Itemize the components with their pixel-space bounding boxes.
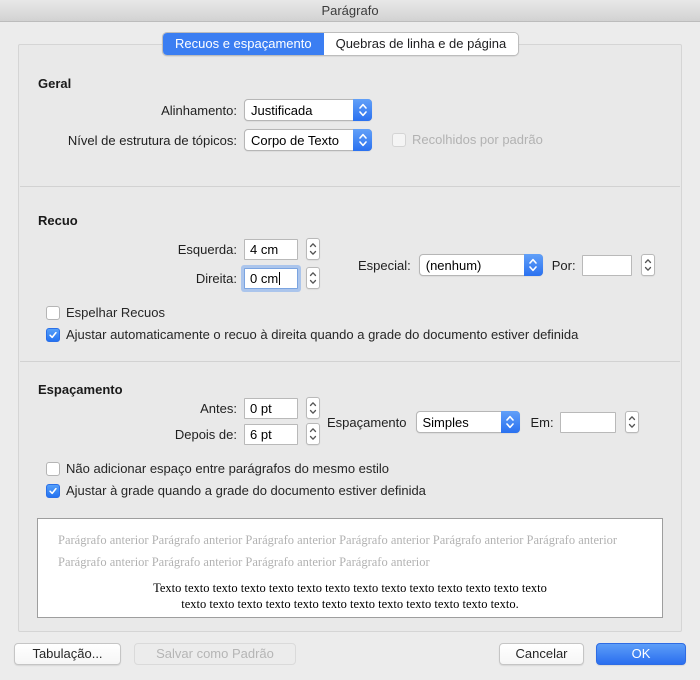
spacing-after-label: Depois de: bbox=[38, 427, 237, 442]
line-spacing-popup[interactable]: Simples bbox=[416, 411, 520, 433]
section-heading-general: Geral bbox=[38, 76, 71, 91]
paragraph-preview: Parágrafo anterior Parágrafo anterior Pa… bbox=[37, 518, 663, 618]
auto-adjust-right-indent-checkbox[interactable]: Ajustar automaticamente o recuo à direit… bbox=[46, 327, 578, 343]
section-divider bbox=[20, 186, 680, 187]
tabs-button[interactable]: Tabulação... bbox=[14, 643, 121, 665]
snap-to-grid-checkbox[interactable]: Ajustar à grade quando a grade do docume… bbox=[46, 483, 426, 499]
collapsed-by-default-checkbox: Recolhidos por padrão bbox=[392, 132, 543, 148]
chevron-up-down-icon bbox=[353, 99, 372, 121]
spacing-after-field[interactable]: 6 pt bbox=[244, 424, 298, 445]
titlebar: Parágrafo bbox=[0, 0, 700, 22]
indent-right-field[interactable]: 0 cm bbox=[244, 268, 298, 289]
spacing-before-label: Antes: bbox=[38, 401, 237, 416]
spacing-at-label: Em: bbox=[531, 415, 554, 430]
spacing-at-field[interactable] bbox=[560, 412, 616, 433]
snap-to-grid-label: Ajustar à grade quando a grade do docume… bbox=[66, 483, 426, 499]
indent-right-label: Direita: bbox=[38, 271, 237, 286]
indent-left-value: 4 cm bbox=[250, 242, 278, 257]
ok-button[interactable]: OK bbox=[596, 643, 686, 665]
indent-right-value: 0 cm bbox=[250, 271, 278, 286]
save-as-default-button: Salvar como Padrão bbox=[134, 643, 296, 665]
preview-sample-text: Texto texto texto texto texto texto text… bbox=[149, 580, 551, 612]
spacing-before-row: Antes: 0 pt bbox=[38, 397, 320, 419]
checkbox-box-icon bbox=[392, 133, 406, 147]
indent-by-stepper-icon[interactable] bbox=[641, 254, 655, 276]
outline-level-row: Nível de estrutura de tópicos: Corpo de … bbox=[38, 129, 372, 151]
indent-left-stepper-icon[interactable] bbox=[306, 238, 320, 260]
chevron-up-down-icon bbox=[524, 254, 543, 276]
checkbox-box-icon bbox=[46, 462, 60, 476]
no-space-same-style-checkbox[interactable]: Não adicionar espaço entre parágrafos do… bbox=[46, 461, 389, 477]
indent-by-label: Por: bbox=[552, 258, 576, 273]
indent-left-label: Esquerda: bbox=[38, 242, 237, 257]
indent-left-row: Esquerda: 4 cm bbox=[38, 238, 320, 260]
chevron-up-down-icon bbox=[501, 411, 520, 433]
alignment-label: Alinhamento: bbox=[38, 103, 237, 118]
tab-indents-spacing[interactable]: Recuos e espaçamento bbox=[163, 33, 324, 55]
spacing-before-stepper-icon[interactable] bbox=[306, 397, 320, 419]
checkbox-box-icon bbox=[46, 306, 60, 320]
spacing-at-stepper-icon[interactable] bbox=[625, 411, 639, 433]
cancel-button[interactable]: Cancelar bbox=[499, 643, 584, 665]
mirror-indents-checkbox[interactable]: Espelhar Recuos bbox=[46, 305, 165, 321]
auto-adjust-right-indent-label: Ajustar automaticamente o recuo à direit… bbox=[66, 327, 578, 343]
indent-special-popup[interactable]: (nenhum) bbox=[419, 254, 543, 276]
outline-level-label: Nível de estrutura de tópicos: bbox=[38, 133, 237, 148]
line-spacing-label: Espaçamento bbox=[327, 415, 407, 430]
indent-special-value: (nenhum) bbox=[420, 258, 524, 273]
section-divider bbox=[20, 361, 680, 362]
outline-level-value: Corpo de Texto bbox=[245, 133, 353, 148]
spacing-before-field[interactable]: 0 pt bbox=[244, 398, 298, 419]
indent-left-field[interactable]: 4 cm bbox=[244, 239, 298, 260]
spacing-after-row: Depois de: 6 pt bbox=[38, 423, 320, 445]
alignment-row: Alinhamento: Justificada bbox=[38, 99, 372, 121]
tab-bar: Recuos e espaçamento Quebras de linha e … bbox=[162, 32, 519, 56]
indent-right-row: Direita: 0 cm bbox=[38, 267, 320, 289]
preview-previous-paragraph-text: Parágrafo anterior Parágrafo anterior Pa… bbox=[38, 519, 662, 573]
spacing-after-value: 6 pt bbox=[250, 427, 272, 442]
indent-special-label: Especial: bbox=[358, 258, 411, 273]
text-caret bbox=[279, 272, 280, 285]
spacing-before-value: 0 pt bbox=[250, 401, 272, 416]
line-spacing-row: Espaçamento Simples Em: bbox=[327, 411, 639, 433]
chevron-up-down-icon bbox=[353, 129, 372, 151]
window-title: Parágrafo bbox=[321, 3, 378, 18]
tab-line-page-breaks[interactable]: Quebras de linha e de página bbox=[324, 33, 519, 55]
section-heading-indent: Recuo bbox=[38, 213, 78, 228]
paragraph-dialog: Parágrafo Recuos e espaçamento Quebras d… bbox=[0, 0, 700, 680]
alignment-popup[interactable]: Justificada bbox=[244, 99, 372, 121]
collapsed-by-default-label: Recolhidos por padrão bbox=[412, 132, 543, 148]
alignment-value: Justificada bbox=[245, 103, 353, 118]
indent-by-field[interactable] bbox=[582, 255, 632, 276]
spacing-after-stepper-icon[interactable] bbox=[306, 423, 320, 445]
mirror-indents-label: Espelhar Recuos bbox=[66, 305, 165, 321]
line-spacing-value: Simples bbox=[417, 415, 501, 430]
outline-level-popup[interactable]: Corpo de Texto bbox=[244, 129, 372, 151]
checkmark-icon bbox=[46, 328, 60, 342]
indent-special-row: Especial: (nenhum) Por: bbox=[358, 254, 655, 276]
checkmark-icon bbox=[46, 484, 60, 498]
section-heading-spacing: Espaçamento bbox=[38, 382, 123, 397]
indent-right-stepper-icon[interactable] bbox=[306, 267, 320, 289]
no-space-same-style-label: Não adicionar espaço entre parágrafos do… bbox=[66, 461, 389, 477]
